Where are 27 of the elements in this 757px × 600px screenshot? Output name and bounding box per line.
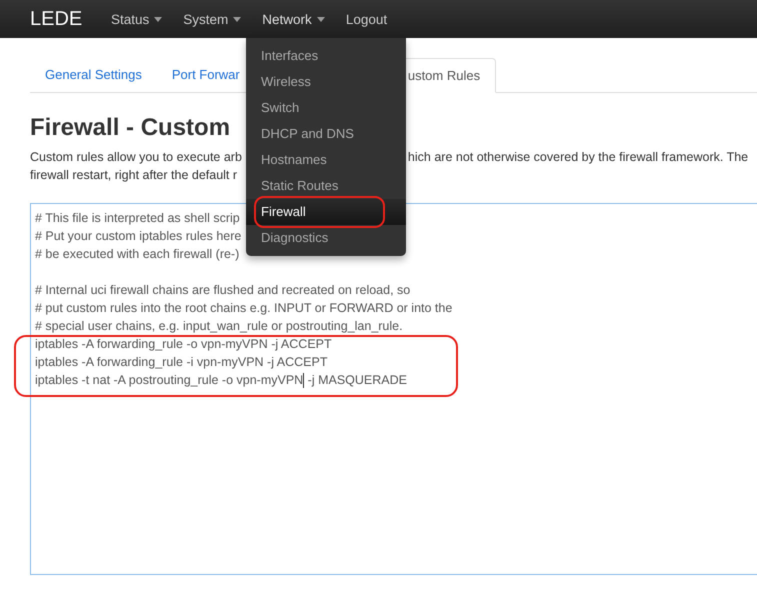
code-line: # Internal uci firewall chains are flushed and recreated on reload, so bbox=[35, 282, 410, 299]
caret-icon bbox=[316, 16, 325, 22]
menu-item[interactable]: Diagnostics bbox=[246, 225, 406, 251]
menu-item[interactable]: Switch bbox=[246, 95, 406, 121]
nav-menu-item[interactable]: Logout bbox=[346, 12, 388, 26]
description-text: Custom rules allow you to execute arb bbox=[30, 149, 242, 166]
code-line: # put custom rules into the root chains e.g. INPUT or FORWARD or into the bbox=[35, 300, 452, 317]
code-line: # special user chains, e.g. input_wan_rule or postrouting_lan_rule. bbox=[35, 318, 403, 335]
code-line: iptables -A forwarding_rule -i vpn-myVPN -j ACCEPT bbox=[35, 354, 328, 371]
menu-item[interactable]: DHCP and DNS bbox=[246, 121, 406, 147]
caret-icon bbox=[154, 16, 162, 22]
menu-item[interactable]: Firewall bbox=[246, 199, 406, 225]
description-text: firewall restart, right after the default r bbox=[30, 167, 238, 184]
caret-icon bbox=[233, 16, 242, 22]
code-line: # This file is interpreted as shell scrip bbox=[35, 210, 240, 227]
brand-logo[interactable]: LEDE bbox=[0, 8, 111, 30]
code-line: # Put your custom iptables rules here bbox=[35, 228, 242, 245]
page-title: Firewall - Custom bbox=[30, 115, 230, 141]
code-line: # be executed with each firewall (re-) bbox=[35, 246, 240, 263]
menu-item[interactable]: Hostnames bbox=[246, 147, 406, 173]
menu-item[interactable]: Static Routes bbox=[246, 173, 406, 199]
description-text: hich are not otherwise covered by the firewall framework. The bbox=[408, 149, 748, 166]
nav-menu-item[interactable]: Status bbox=[111, 12, 162, 26]
nav-menu-item[interactable]: Network bbox=[262, 12, 325, 26]
code-line: iptables -A forwarding_rule -o vpn-myVPN -j ACCEPT bbox=[35, 336, 332, 353]
code-line: iptables -t nat -A postrouting_rule -o vpn-myVPN -j MASQUERADE bbox=[35, 372, 407, 389]
nav-menu-item[interactable]: System bbox=[183, 12, 242, 26]
